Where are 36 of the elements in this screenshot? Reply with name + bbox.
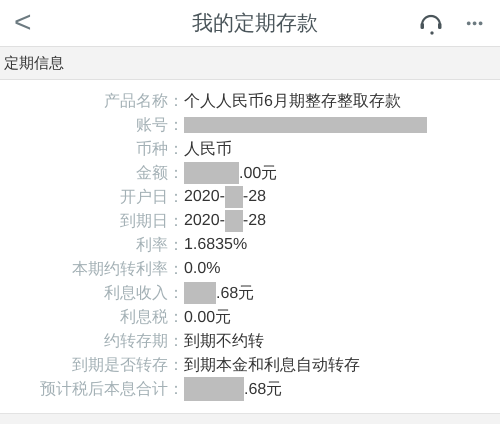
field-label: 利率： [135, 236, 184, 256]
field-value: .68元 [216, 284, 254, 304]
field-value: 0.00元 [184, 308, 232, 328]
field-value: 2020- [184, 212, 225, 230]
field-value: -28 [242, 188, 266, 206]
redaction-block [184, 377, 244, 401]
field-value: 0.0% [184, 260, 220, 278]
redaction-block [184, 162, 239, 184]
field-label: 到期是否转存： [71, 356, 184, 376]
field-value: 到期本金和利息自动转存 [184, 356, 360, 376]
page-title: 我的定期存款 [190, 11, 319, 37]
field-label: 约转存期： [103, 332, 184, 352]
field-value: -28 [242, 212, 266, 230]
field-label: 利息收入： [103, 284, 184, 304]
more-button[interactable]: ••• [462, 15, 488, 31]
field-label: 利息税： [119, 308, 184, 328]
field-value: 到期不约转 [184, 332, 264, 352]
back-button[interactable]: < [6, 8, 40, 38]
field-label: 币种： [135, 140, 184, 160]
field-label: 账号： [135, 116, 184, 136]
field-label: 本期约转利率： [71, 260, 184, 280]
field-value: .68元 [244, 380, 282, 400]
field-label: 预计税后本息合计： [39, 380, 184, 400]
field-label: 到期日： [119, 212, 184, 232]
redaction-block [224, 210, 243, 232]
field-value: 人民币 [184, 140, 232, 160]
redaction-block [184, 282, 216, 304]
field-value: 2020- [184, 188, 225, 206]
field-label: 金额： [135, 164, 184, 184]
field-value: .00元 [239, 164, 278, 184]
field-value: 个人人民币6月期整存整取存款 [184, 92, 401, 112]
field-label: 产品名称： [103, 92, 184, 112]
section-header: 定期信息 [0, 46, 500, 80]
redaction-block [224, 186, 243, 208]
field-value: 1.6835% [184, 236, 248, 254]
field-label: 开户日： [119, 188, 184, 208]
